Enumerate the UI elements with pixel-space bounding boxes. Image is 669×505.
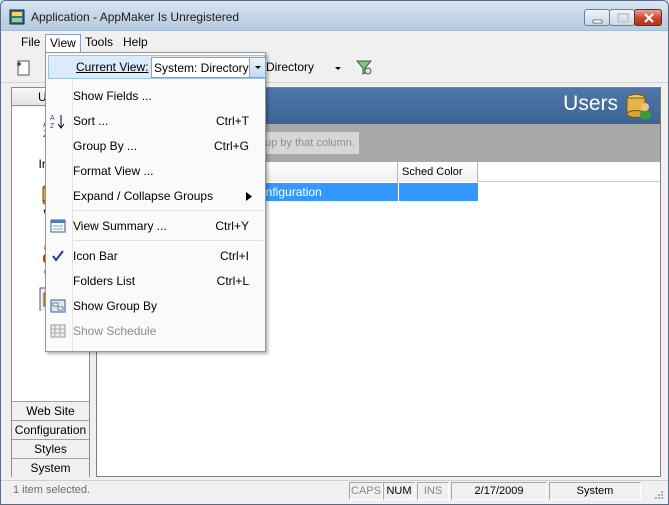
nav-button-configuration[interactable]: Configuration: [12, 420, 89, 439]
schedule-icon: [50, 323, 66, 339]
menu-item-show-group-by[interactable]: Show Group By: [46, 294, 265, 318]
app-icon: [9, 9, 25, 25]
row-sched-color: [398, 183, 478, 201]
status-date: 2/17/2009: [451, 482, 547, 500]
menu-separator: [74, 210, 263, 211]
menu-help[interactable]: Help: [119, 34, 152, 52]
maximize-button[interactable]: [609, 9, 635, 26]
users-icon: [624, 92, 652, 120]
menu-item-show-schedule: Show Schedule: [46, 319, 265, 343]
status-num: NUM: [383, 482, 415, 500]
resize-grip-icon[interactable]: [653, 489, 665, 501]
status-bar: 1 item selected. CAPS NUM INS 2/17/2009 …: [1, 480, 668, 504]
status-user: System: [549, 482, 641, 500]
menu-view[interactable]: View: [45, 34, 81, 53]
group-by-hint: up by that column.: [262, 132, 359, 154]
nav-button-system-reports[interactable]: System Reports: [12, 458, 89, 493]
chevron-down-icon[interactable]: [331, 59, 345, 76]
svg-text:Z: Z: [50, 123, 55, 129]
view-menu-dropdown: Current View: System: Directory Show Fie…: [45, 52, 266, 352]
window-title: Application - AppMaker Is Unregistered: [31, 10, 240, 24]
chevron-down-icon[interactable]: [249, 58, 265, 77]
close-button[interactable]: [634, 9, 662, 26]
minimize-button[interactable]: [584, 9, 610, 26]
status-caps: CAPS: [349, 482, 383, 500]
new-record-icon[interactable]: [15, 59, 33, 77]
menu-item-show-fields[interactable]: Show Fields ...: [46, 84, 265, 108]
menu-item-view-summary[interactable]: View Summary ... Ctrl+Y: [46, 214, 265, 238]
menu-item-icon-bar[interactable]: Icon Bar Ctrl+I: [46, 244, 265, 268]
view-selector-value: Directory: [266, 60, 315, 74]
title-bar[interactable]: Application - AppMaker Is Unregistered: [1, 1, 668, 31]
app-window: Application - AppMaker Is Unregistered F…: [0, 0, 669, 505]
current-view-label: Current View:: [76, 60, 149, 74]
menu-item-group-by[interactable]: Group By ... Ctrl+G: [46, 134, 265, 158]
menu-tools[interactable]: Tools: [81, 34, 117, 52]
submenu-arrow-icon: [246, 192, 252, 201]
page-title: Users: [563, 92, 618, 115]
current-view-select[interactable]: System: Directory: [151, 57, 266, 78]
menu-bar: File View Tools Help: [1, 32, 668, 53]
nav-button-styles[interactable]: Styles: [12, 439, 89, 458]
nav-button-web-site[interactable]: Web Site: [12, 401, 89, 420]
view-selector[interactable]: Directory: [261, 57, 345, 78]
row-name: onfiguration: [259, 185, 322, 199]
svg-text:A: A: [50, 115, 55, 122]
menu-item-folders-list[interactable]: Folders List Ctrl+L: [46, 269, 265, 293]
menu-item-sort[interactable]: AZ Sort ... Ctrl+T: [46, 109, 265, 133]
sort-icon: AZ: [50, 113, 66, 130]
current-view-row[interactable]: Current View: System: Directory: [48, 55, 266, 79]
group-by-icon: [50, 298, 66, 314]
menu-item-expand-collapse-groups[interactable]: Expand / Collapse Groups: [46, 184, 265, 208]
menu-separator: [74, 240, 263, 241]
status-message: 1 item selected.: [13, 484, 91, 496]
status-ins: INS: [417, 482, 449, 500]
checkmark-icon: [50, 248, 66, 264]
filter-icon[interactable]: [354, 57, 374, 77]
menu-item-format-view[interactable]: Format View ...: [46, 159, 265, 183]
current-view-value: System: Directory: [154, 61, 249, 75]
summary-icon: [50, 218, 66, 234]
menu-file[interactable]: File: [17, 34, 44, 52]
column-header-sched-color[interactable]: Sched Color: [398, 162, 478, 182]
